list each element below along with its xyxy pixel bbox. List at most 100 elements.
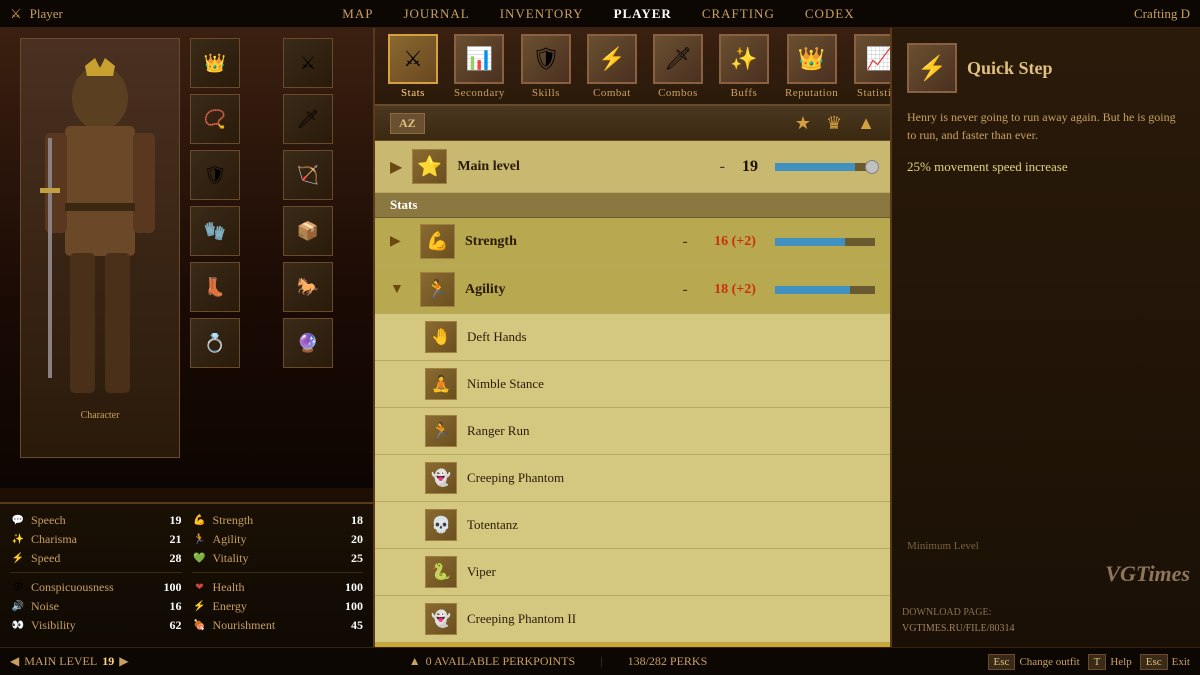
nourishment-icon: 🍖 [192,617,208,633]
nav-inventory[interactable]: INVENTORY [500,6,584,22]
perks-available: ▲ 0 AVAILABLE PERKPOINTS | 138/282 PERKS [409,654,708,669]
perk-creeping-phantom[interactable]: 👻 Creeping Phantom [375,455,890,502]
agility-minus[interactable]: - [675,281,695,299]
filter-icons: ★ ♛ ▲ [795,113,875,134]
sort-az-button[interactable]: AZ [390,113,425,134]
energy-icon: ⚡ [192,598,208,614]
stats-col-left: 💬 Speech 19 ✨ Charisma 21 ⚡ Speed 28 👁 C… [10,512,182,639]
head-slot[interactable]: 👑 [190,38,240,88]
tab-stats-icon: ⚔ [388,34,438,84]
agility-icon: 🏃 [420,272,455,307]
main-level-row[interactable]: ▶ ⭐ Main level - 19 [375,141,890,193]
bottom-controls: Esc Change outfit T Help Esc Exit [988,654,1190,670]
agility-row[interactable]: ▼ 🏃 Agility - 18 (+2) [375,266,890,314]
strength-expand[interactable]: ▶ [390,233,410,250]
key-esc-exit[interactable]: Esc [1140,654,1168,670]
creeping-phantom-ii-label: Creeping Phantom II [467,611,875,627]
svg-text:Character: Character [81,410,121,421]
conspicuousness-icon: 👁 [10,579,26,595]
level-arrow-left[interactable]: ◀ [10,654,19,669]
vitality-icon: 💚 [192,550,208,566]
creeping-phantom-ii-icon: 👻 [425,603,457,635]
tab-skills[interactable]: 🛡 Skills [513,30,579,103]
hint-help: T Help [1088,654,1132,670]
perk-title: Quick Step [967,58,1053,79]
main-level-expand[interactable]: ▶ [390,157,402,177]
agility-label: Agility [465,282,665,298]
download-url[interactable]: VGTIMES.RU/FILE/80314 [902,621,1190,637]
visibility-icon: 👀 [10,617,26,633]
download-info: DOWNLOAD PAGE: VGTIMES.RU/FILE/80314 [902,605,1190,637]
perk-viper[interactable]: 🐍 Viper [375,549,890,596]
tab-reputation[interactable]: 👑 Reputation [777,30,846,103]
hint-exit-label: Exit [1172,656,1190,668]
noise-icon: 🔊 [10,598,26,614]
chest-slot[interactable]: 🛡 [190,150,240,200]
strength-row[interactable]: ▶ 💪 Strength - 16 (+2) [375,218,890,266]
perk-ranger-run[interactable]: 🏃 Ranger Run [375,408,890,455]
stat-visibility: 👀 Visibility 62 [10,617,182,633]
tab-stats[interactable]: ⚔ Stats [380,30,446,103]
level-arrow-right[interactable]: ▶ [119,654,128,669]
tab-icons: ⚔ Stats 📊 Secondary 🛡 Skills ⚡ Combat 🗡 … [375,28,890,106]
stats-category: Stats [375,193,890,218]
agility-bar [775,286,875,294]
perk-arrow[interactable]: ▲ [409,654,421,669]
key-esc[interactable]: Esc [988,654,1016,670]
character-stats: 💬 Speech 19 ✨ Charisma 21 ⚡ Speed 28 👁 C… [0,502,373,647]
main-level-bar [775,163,875,171]
nav-map[interactable]: MAP [342,6,373,22]
perk-bonus: 25% movement speed increase [907,159,1185,175]
hands-slot[interactable]: 🧤 [190,206,240,256]
hint-change-outfit-label: Change outfit [1019,656,1079,668]
equipment-right: ⚔ 🗡 🏹 📦 🐎 🔮 [283,38,363,368]
creeping-phantom-icon: 👻 [425,462,457,494]
ranged-slot[interactable]: 🏹 [283,150,333,200]
agility-expand[interactable]: ▼ [390,282,410,298]
strength-minus[interactable]: - [675,233,695,251]
quiver-slot[interactable]: 📦 [283,206,333,256]
deft-hands-icon: 🤚 [425,321,457,353]
creeping-phantom-label: Creeping Phantom [467,470,875,486]
filter-crown-icon[interactable]: ♛ [826,113,842,134]
ring-slot[interactable]: 💍 [190,318,240,368]
strength-bar [775,238,875,246]
perk-nimble-stance[interactable]: 🧘 Nimble Stance [375,361,890,408]
strength-label: Strength [465,234,665,250]
perk-creeping-phantom-ii[interactable]: 👻 Creeping Phantom II [375,596,890,643]
nav-journal[interactable]: JOURNAL [403,6,469,22]
legs-slot[interactable]: 👢 [190,262,240,312]
skills-list[interactable]: ▶ ⭐ Main level - 19 Stats ▶ 💪 Strength -… [375,141,890,647]
character-portrait: Character [20,38,180,458]
tab-combat[interactable]: ⚡ Combat [579,30,645,103]
tab-reputation-icon: 👑 [787,34,837,84]
offhand-slot[interactable]: 🗡 [283,94,333,144]
tab-secondary[interactable]: 📊 Secondary [446,30,513,103]
nav-player[interactable]: PLAYER [614,6,672,22]
equipment-slots: 👑 📿 🛡 🧤 👢 💍 [190,38,270,368]
main-nav: MAP JOURNAL INVENTORY PLAYER CRAFTING CO… [342,6,854,22]
perk-selected-icon: ⚡ [907,43,957,93]
neck-slot[interactable]: 📿 [190,94,240,144]
title-right: Crafting D [1134,6,1190,22]
total-perks: 138/282 PERKS [628,654,708,669]
hint-change-outfit: Esc Change outfit [988,654,1080,670]
stat-charisma: ✨ Charisma 21 [10,531,182,547]
key-t[interactable]: T [1088,654,1107,670]
main-level-value: 19 [735,158,765,176]
nav-crafting[interactable]: CRAFTING [702,6,775,22]
filter-star-icon[interactable]: ★ [795,113,811,134]
horse-slot[interactable]: 🐎 [283,262,333,312]
perk-totentanz[interactable]: 💀 Totentanz [375,502,890,549]
agility-value: 18 (+2) [705,282,765,298]
misc-slot[interactable]: 🔮 [283,318,333,368]
nav-codex[interactable]: CODEX [805,6,855,22]
perk-deft-hands[interactable]: 🤚 Deft Hands [375,314,890,361]
deft-hands-label: Deft Hands [467,329,875,345]
weapon-slot[interactable]: ⚔ [283,38,333,88]
filter-arrow-icon[interactable]: ▲ [857,113,875,134]
stat-speech: 💬 Speech 19 [10,512,182,528]
tab-combos[interactable]: 🗡 Combos [645,30,711,103]
tab-buffs[interactable]: ✨ Buffs [711,30,777,103]
main-level-icon: ⭐ [412,149,447,184]
